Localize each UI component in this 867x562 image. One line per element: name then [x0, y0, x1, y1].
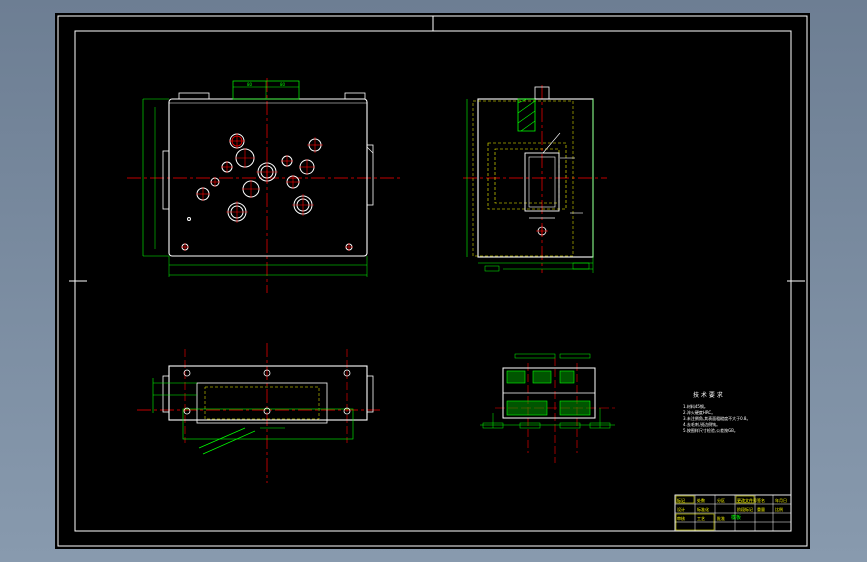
title-block-stage: 阶段标记 — [737, 506, 753, 512]
title-block: 标记 处数 分区 更改文件号 签名 年月日 设计 标准化 阶段标记 重量 比例 … — [674, 494, 792, 532]
tech-note-line: 4.去毛刺,锐边倒钝。 — [683, 421, 720, 427]
tech-note-line: 2.淬火硬度HRC。 — [683, 409, 715, 415]
title-block-process: 工艺 — [697, 516, 705, 521]
dim-top-left: 80 — [247, 82, 253, 87]
tech-note-line: 1.材料45钢。 — [683, 403, 708, 409]
title-block-weight: 重量 — [757, 506, 765, 512]
title-block-approve: 批准 — [717, 515, 725, 521]
drawing-viewport[interactable]: 80 80 技 术 要 求 1.材料45钢。 2.淬火硬度HRC。 3.未注倒角… — [55, 13, 810, 549]
title-block-zone: 分区 — [717, 497, 725, 503]
title-block-mark: 标记 — [677, 497, 685, 503]
title-block-scale: 比例 — [775, 506, 783, 512]
tech-notes: 技 术 要 求 1.材料45钢。 2.淬火硬度HRC。 3.未注倒角,其表面粗糙… — [683, 391, 750, 433]
title-block-date: 年月日 — [775, 497, 787, 503]
tech-note-line: 3.未注倒角,其表面粗糙度不大于0.8。 — [683, 415, 750, 421]
title-block-count: 处数 — [697, 497, 705, 503]
title-block-design: 设计 — [677, 506, 685, 512]
top-view: 80 80 — [127, 78, 400, 293]
title-block-doc: 更改文件号 — [737, 497, 757, 503]
bottom-view — [137, 343, 380, 483]
drawing-frame-inner — [74, 30, 792, 532]
tech-note-line: 5.按图样尺寸检验,公差按GB。 — [683, 427, 738, 433]
title-block-part-label: 模板 — [731, 514, 741, 521]
side-view — [463, 85, 607, 273]
title-block-review: 审核 — [677, 515, 685, 521]
drawing-frame-outer — [57, 15, 808, 547]
title-block-sign: 签名 — [757, 497, 765, 503]
tech-notes-title: 技 术 要 求 — [693, 391, 723, 399]
title-block-std: 标准化 — [697, 506, 709, 512]
section-view — [480, 353, 615, 463]
dim-top-right: 80 — [280, 82, 286, 87]
cad-canvas: 80 80 技 术 要 求 1.材料45钢。 2.淬火硬度HRC。 3.未注倒角… — [57, 15, 808, 547]
